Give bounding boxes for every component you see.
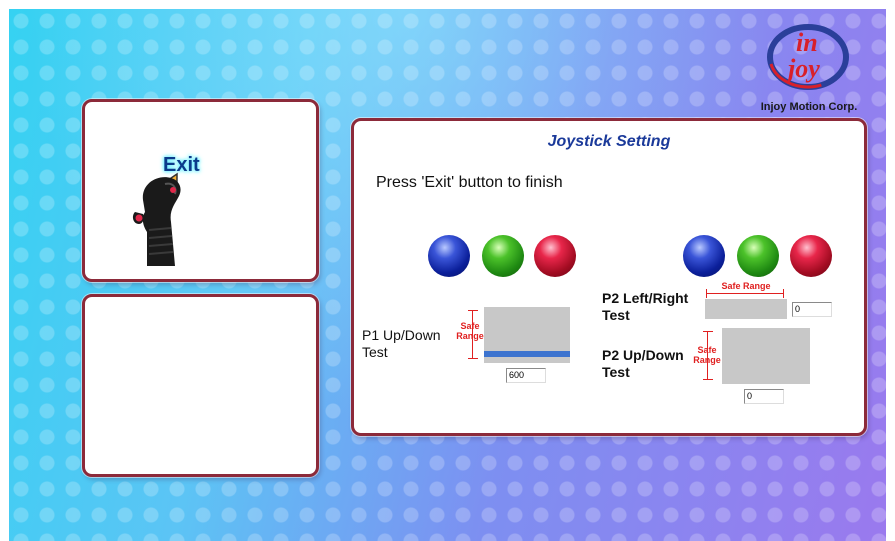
safe-range-right-marker	[783, 289, 784, 298]
joystick-setting-panel: Joystick Setting Press 'Exit' button to …	[351, 118, 867, 436]
p2-leftright-value: 0	[792, 302, 832, 317]
p2-updown-label: P2 Up/Down Test	[602, 347, 684, 380]
p2-safe-range-label: Safe Range	[721, 281, 771, 291]
p2-leftright-label: P2 Left/Right Test	[602, 290, 689, 323]
safe-range-line-horizontal	[706, 293, 784, 294]
safe-range-bottom-marker-p2	[703, 379, 713, 380]
p1-red-button-indicator	[534, 235, 576, 277]
injoy-logo: in joy Injoy Motion Corp.	[744, 17, 874, 117]
injoy-logo-icon: in joy	[767, 24, 849, 90]
svg-text:joy: joy	[784, 54, 820, 83]
p1-green-button-indicator	[482, 235, 524, 277]
p2-updown-track	[722, 328, 810, 384]
safe-range-left-marker	[706, 289, 707, 298]
p1-updown-bar	[484, 351, 570, 357]
exit-panel: Exit	[82, 99, 319, 282]
panel-title: Joystick Setting	[547, 133, 671, 150]
p2-updown-value: 0	[744, 389, 784, 404]
p1-safe-range-label: Safe Range	[456, 321, 484, 341]
game-screen: in joy Injoy Motion Corp. Exit Joystick …	[9, 9, 886, 541]
p1-updown-value: 600	[506, 368, 546, 383]
safe-range-top-marker-p2	[703, 331, 713, 332]
instruction-text: Press 'Exit' button to finish	[376, 174, 563, 191]
safe-range-top-marker	[468, 310, 478, 311]
p2-leftright-track	[705, 299, 787, 319]
p2-green-button-indicator	[737, 235, 779, 277]
joystick-icon	[132, 172, 181, 266]
empty-panel	[82, 294, 319, 477]
logo-caption: Injoy Motion Corp.	[760, 101, 858, 113]
p2-updown-safe-range-label: Safe Range	[693, 345, 721, 365]
p2-blue-button-indicator	[683, 235, 725, 277]
p1-updown-label: P1 Up/Down Test	[362, 327, 441, 360]
p2-red-button-indicator	[790, 235, 832, 277]
p1-blue-button-indicator	[428, 235, 470, 277]
svg-text:in: in	[796, 28, 818, 57]
safe-range-bottom-marker	[468, 358, 478, 359]
